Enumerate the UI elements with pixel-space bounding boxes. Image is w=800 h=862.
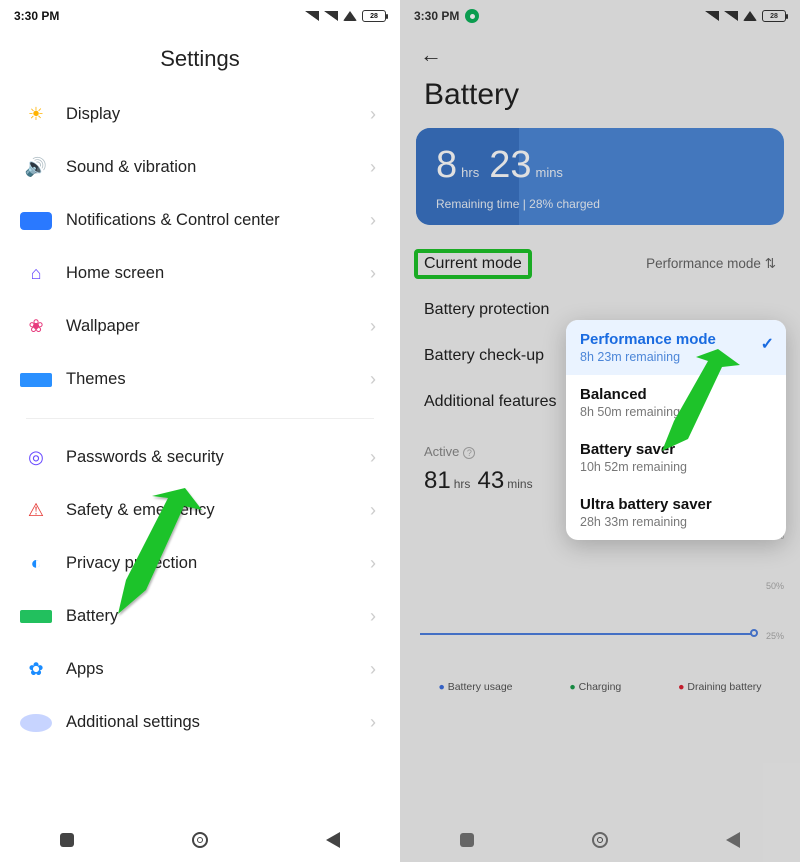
settings-row-wall[interactable]: ❀ Wallpaper › <box>8 300 392 353</box>
mode-option[interactable]: Balanced8h 50m remaining <box>566 375 786 430</box>
battery-screen: 3:30 PM 28 ← Battery 8 hrs 23 mins Remai… <box>400 0 800 862</box>
signal-icon <box>705 11 719 21</box>
settings-row-home[interactable]: ⌂ Home screen › <box>8 247 392 300</box>
settings-row-safe[interactable]: ⚠ Safety & emergency › <box>8 484 392 537</box>
signal-icon <box>324 11 338 21</box>
display-icon: ☀ <box>20 104 52 125</box>
row-label: Home screen <box>66 264 164 283</box>
nav-recent-button[interactable] <box>56 829 78 851</box>
row-label: Apps <box>66 660 104 679</box>
settings-screen: 3:30 PM 28 Settings ☀ Display ›🔊 Sound &… <box>0 0 400 862</box>
sound-icon: 🔊 <box>20 157 52 178</box>
remaining-subtitle: Remaining time | 28% charged <box>436 197 764 211</box>
settings-row-notif[interactable]: Notifications & Control center › <box>8 194 392 247</box>
current-mode-row[interactable]: Current mode Performance mode ⇅ <box>424 241 776 287</box>
chevron-right-icon: › <box>370 606 376 627</box>
row-label: Notifications & Control center <box>66 211 280 230</box>
wifi-icon <box>343 11 357 21</box>
nav-back-button[interactable] <box>722 829 744 851</box>
page-title: Settings <box>0 46 400 72</box>
remaining-hours: 8 <box>436 144 457 187</box>
apps-icon: ✿ <box>20 659 52 680</box>
settings-row-batt[interactable]: Battery › <box>8 590 392 643</box>
mode-option[interactable]: Performance mode8h 23m remaining✓ <box>566 320 786 375</box>
row-label: Display <box>66 105 120 124</box>
signal-icon <box>305 11 319 21</box>
chevron-right-icon: › <box>370 447 376 468</box>
page-title: Battery <box>400 68 800 128</box>
battery-usage-chart[interactable]: 75% 50% 25% <box>416 525 784 675</box>
current-mode-label: Current mode <box>414 249 532 279</box>
nav-bar <box>0 818 400 862</box>
home-icon: ⌂ <box>20 263 52 284</box>
pw-icon: ◎ <box>20 447 52 468</box>
status-time: 3:30 PM <box>414 9 459 23</box>
settings-row-add[interactable]: Additional settings › <box>8 696 392 749</box>
chart-legend: Battery usage Charging Draining battery <box>410 681 790 693</box>
nav-home-button[interactable] <box>189 829 211 851</box>
expand-icon: ⇅ <box>765 256 776 271</box>
status-bar: 3:30 PM 28 <box>400 0 800 28</box>
nav-home-button[interactable] <box>589 829 611 851</box>
wall-icon: ❀ <box>20 316 52 337</box>
row-label: Themes <box>66 370 126 389</box>
chevron-right-icon: › <box>370 500 376 521</box>
mode-popup: Performance mode8h 23m remaining✓Balance… <box>566 320 786 540</box>
row-label: Passwords & security <box>66 448 224 467</box>
nav-bar <box>400 818 800 862</box>
settings-row-apps[interactable]: ✿ Apps › <box>8 643 392 696</box>
add-icon <box>20 714 52 732</box>
priv-icon: ◐ <box>20 553 52 574</box>
help-icon[interactable]: ? <box>463 447 475 459</box>
chevron-right-icon: › <box>370 712 376 733</box>
chevron-right-icon: › <box>370 263 376 284</box>
settings-row-theme[interactable]: Themes › <box>8 353 392 406</box>
nav-recent-button[interactable] <box>456 829 478 851</box>
theme-icon <box>20 373 52 387</box>
nav-back-button[interactable] <box>322 829 344 851</box>
battery-icon: 28 <box>362 10 386 22</box>
wifi-icon <box>743 11 757 21</box>
chevron-right-icon: › <box>370 157 376 178</box>
check-icon: ✓ <box>761 334 774 354</box>
back-button[interactable]: ← <box>400 28 800 68</box>
row-label: Safety & emergency <box>66 501 215 520</box>
settings-list[interactable]: ☀ Display ›🔊 Sound & vibration › Notific… <box>0 88 400 749</box>
row-label: Sound & vibration <box>66 158 196 177</box>
row-label: Additional settings <box>66 713 200 732</box>
chart-endpoint <box>750 629 758 637</box>
batt-icon <box>20 610 52 623</box>
chevron-right-icon: › <box>370 316 376 337</box>
settings-row-priv[interactable]: ◐ Privacy protection › <box>8 537 392 590</box>
chevron-right-icon: › <box>370 210 376 231</box>
chevron-right-icon: › <box>370 104 376 125</box>
chart-line <box>420 633 756 635</box>
settings-row-display[interactable]: ☀ Display › <box>8 88 392 141</box>
chevron-right-icon: › <box>370 369 376 390</box>
status-bar: 3:30 PM 28 <box>0 0 400 28</box>
signal-icon <box>724 11 738 21</box>
notif-icon <box>20 212 52 230</box>
battery-icon: 28 <box>762 10 786 22</box>
row-label: Battery <box>66 607 118 626</box>
settings-row-sound[interactable]: 🔊 Sound & vibration › <box>8 141 392 194</box>
remaining-mins: 23 <box>489 144 531 187</box>
mode-option[interactable]: Ultra battery saver28h 33m remaining <box>566 485 786 540</box>
chevron-right-icon: › <box>370 659 376 680</box>
chevron-right-icon: › <box>370 553 376 574</box>
row-label: Privacy protection <box>66 554 197 573</box>
battery-remaining-card[interactable]: 8 hrs 23 mins Remaining time | 28% charg… <box>416 128 784 225</box>
safe-icon: ⚠ <box>20 500 52 521</box>
mode-option[interactable]: Battery saver10h 52m remaining <box>566 430 786 485</box>
recording-indicator-icon <box>465 9 479 23</box>
status-time: 3:30 PM <box>14 9 59 23</box>
settings-row-pw[interactable]: ◎ Passwords & security › <box>8 431 392 484</box>
row-label: Wallpaper <box>66 317 140 336</box>
